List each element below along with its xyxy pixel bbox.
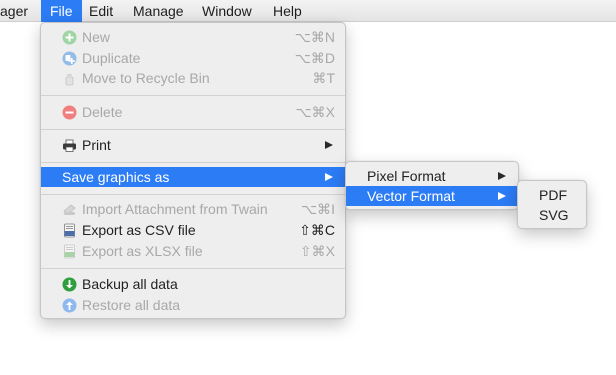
submenu-arrow-icon [325,173,333,181]
submenu-item-pdf[interactable]: PDF [518,185,586,205]
menu-item-export-csv[interactable]: Export as CSV file ⇧⌘C [41,220,345,240]
menu-item-label: Save graphics as [62,169,170,185]
menu-item-label: SVG [539,207,569,223]
csv-file-icon [62,223,77,238]
printer-icon [62,138,77,153]
plus-circle-icon [62,30,77,45]
menubar-manage[interactable]: Manage [124,0,193,22]
menu-item-label: PDF [539,187,567,203]
menu-item-export-xlsx[interactable]: Export as XLSX file ⇧⌘X [41,241,345,261]
backup-download-icon [62,277,77,292]
menu-item-new[interactable]: New ⌥⌘N [41,27,345,47]
menubar-file[interactable]: File [41,0,82,22]
menu-item-import-attachment-from-twain[interactable]: Import Attachment from Twain ⌥⌘I [41,199,345,219]
menu-item-label: Delete [82,104,123,120]
menu-item-label: Export as CSV file [82,222,196,238]
scanner-icon [62,202,77,217]
menu-item-shortcut: ⇧⌘X [299,243,335,259]
menu-item-save-graphics-as[interactable]: Save graphics as [41,167,345,187]
menu-item-shortcut: ⌥⌘N [294,29,335,45]
trash-icon [62,71,77,86]
submenu-arrow-icon [325,141,333,149]
menubar-window[interactable]: Window [193,0,261,22]
duplicate-icon [62,51,77,66]
menu-divider [41,129,345,130]
submenu-item-vector-format[interactable]: Vector Format [346,186,518,206]
menu-item-backup-all-data[interactable]: Backup all data [41,274,345,294]
menu-item-label: Export as XLSX file [82,243,203,259]
menu-item-label: Print [82,137,111,153]
menu-divider [41,268,345,269]
menu-item-shortcut: ⇧⌘C [299,222,335,238]
file-menu: New ⌥⌘N Duplicate ⌥⌘D Move to Recycle Bi… [40,22,346,319]
menu-divider [41,194,345,195]
menu-item-restore-all-data[interactable]: Restore all data [41,295,345,315]
menu-item-shortcut: ⌥⌘X [295,104,335,120]
submenu-item-pixel-format[interactable]: Pixel Format [346,166,518,186]
menu-item-delete[interactable]: Delete ⌥⌘X [41,102,345,122]
save-graphics-submenu: Pixel Format Vector Format [345,161,519,210]
menu-item-duplicate[interactable]: Duplicate ⌥⌘D [41,48,345,68]
menu-bar: ager File Edit Manage Window Help [0,0,616,22]
menubar-help[interactable]: Help [264,0,311,22]
menu-item-label: Backup all data [82,276,178,292]
menu-item-label: Pixel Format [367,168,446,184]
vector-format-submenu: PDF SVG [517,180,587,229]
menu-item-print[interactable]: Print [41,135,345,155]
menu-item-label: Restore all data [82,297,181,313]
menubar-app-name[interactable]: ager [0,0,37,22]
menu-item-label: Move to Recycle Bin [82,70,210,86]
minus-circle-icon [62,105,77,120]
submenu-item-svg[interactable]: SVG [518,205,586,225]
menubar-edit[interactable]: Edit [80,0,122,22]
menu-item-label: New [82,29,111,45]
submenu-arrow-icon [498,172,506,180]
menu-item-label: Vector Format [367,188,455,204]
restore-upload-icon [62,298,77,313]
menu-item-shortcut: ⌘T [312,70,335,86]
submenu-arrow-icon [498,192,506,200]
menu-item-shortcut: ⌥⌘D [294,50,335,66]
menu-item-label: Duplicate [82,50,141,66]
menu-item-label: Import Attachment from Twain [82,201,268,217]
menu-item-shortcut: ⌥⌘I [300,201,335,217]
menu-divider [41,95,345,96]
xlsx-file-icon [62,244,77,259]
menu-item-move-to-recycle-bin[interactable]: Move to Recycle Bin ⌘T [41,68,345,88]
menu-divider [41,162,345,163]
